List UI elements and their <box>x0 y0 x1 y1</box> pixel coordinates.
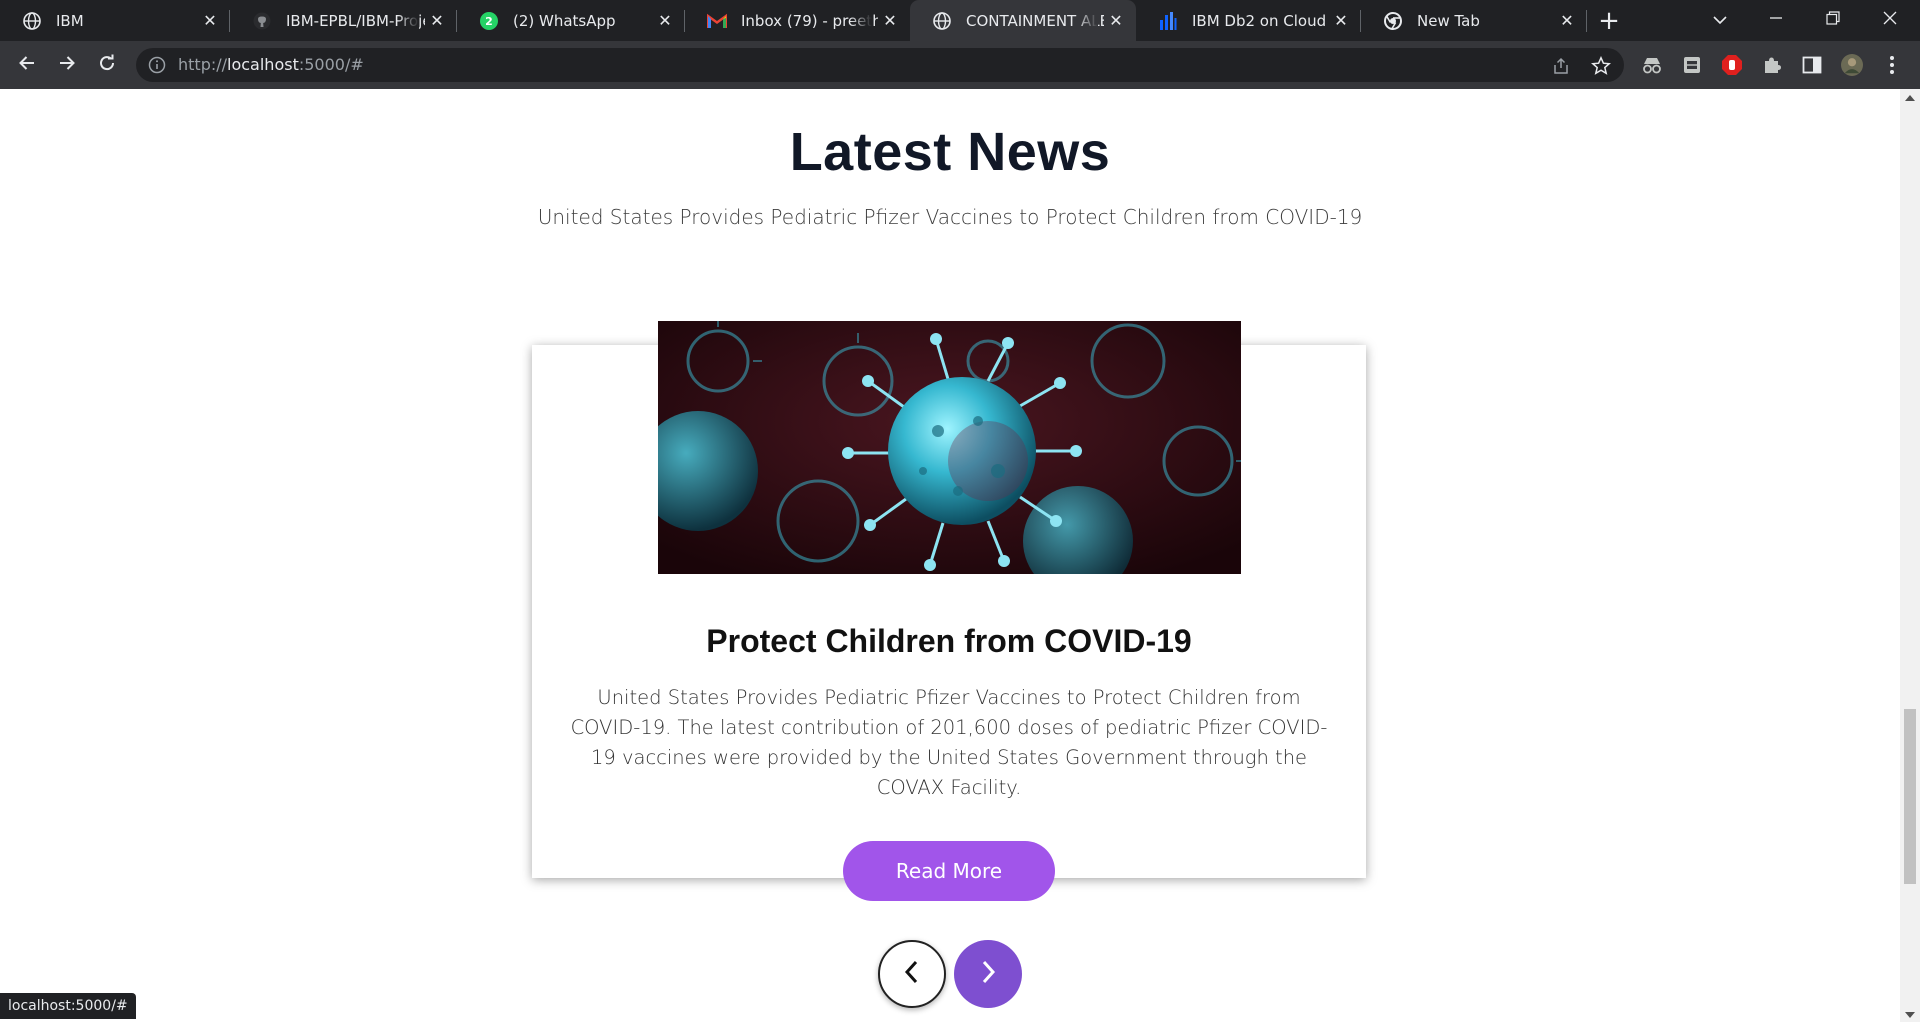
window-close-button[interactable] <box>1870 5 1910 35</box>
close-icon[interactable]: ✕ <box>1104 11 1128 30</box>
close-icon[interactable]: ✕ <box>878 11 902 30</box>
scroll-up-icon[interactable] <box>1905 95 1915 101</box>
reload-button[interactable] <box>91 49 123 81</box>
tab-gmail[interactable]: Inbox (79) - preetha.a ✕ <box>685 0 910 41</box>
chevron-down-icon <box>1713 10 1727 29</box>
scrollbar-thumb[interactable] <box>1904 709 1916 884</box>
reload-icon <box>98 54 116 76</box>
card-body: United States Provides Pediatric Pfizer … <box>570 686 1328 799</box>
page-title: Latest News <box>789 122 1111 182</box>
arrow-right-icon <box>58 54 76 76</box>
tab-new-tab[interactable]: New Tab ✕ <box>1361 0 1587 41</box>
close-icon <box>1883 10 1897 29</box>
gmail-icon <box>707 11 727 31</box>
sheets-extension-icon[interactable] <box>1681 54 1703 76</box>
incognito-extension-icon[interactable] <box>1641 54 1663 76</box>
tab-title-fade <box>850 8 872 34</box>
close-icon[interactable]: ✕ <box>653 11 677 30</box>
url-text: http://localhost:5000/# <box>178 48 364 82</box>
globe-icon <box>22 11 42 31</box>
read-more-button[interactable]: Read More <box>843 841 1055 901</box>
tab-title: IBM Db2 on Cloud <box>1192 11 1327 30</box>
tab-title-fade <box>397 8 419 34</box>
info-icon[interactable] <box>148 56 166 74</box>
back-button[interactable] <box>11 49 43 81</box>
link-status-bar: localhost:5000/# <box>0 993 136 1019</box>
next-slide-button[interactable] <box>954 940 1022 1008</box>
new-tab-button[interactable]: + <box>1594 7 1624 35</box>
minimize-icon <box>1769 10 1783 29</box>
tab-title: IBM <box>56 11 84 30</box>
close-icon[interactable]: ✕ <box>198 11 222 30</box>
tab-title: (2) WhatsApp <box>513 11 616 30</box>
page-subtitle: United States Provides Pediatric Pfizer … <box>537 205 1363 229</box>
db2-icon <box>1158 11 1178 31</box>
close-icon[interactable]: ✕ <box>425 11 449 30</box>
address-bar[interactable]: http://localhost:5000/# <box>136 48 1624 82</box>
menu-icon[interactable] <box>1881 54 1903 76</box>
arrow-left-icon <box>18 54 36 76</box>
chrome-icon <box>1383 11 1403 31</box>
tab-ibm[interactable]: IBM ✕ <box>0 0 230 41</box>
chevron-left-icon <box>902 960 922 988</box>
tab-separator <box>1586 10 1587 32</box>
scroll-down-icon[interactable] <box>1905 1012 1915 1018</box>
virus-image <box>658 321 1241 574</box>
restore-button[interactable] <box>1813 5 1853 35</box>
vertical-scrollbar[interactable] <box>1900 89 1920 1022</box>
minimize-button[interactable] <box>1756 5 1796 35</box>
page-viewport: Latest News United States Provides Pedia… <box>0 89 1900 1022</box>
url-scheme: http:// <box>178 55 228 74</box>
svg-text:2: 2 <box>485 15 493 28</box>
share-icon[interactable] <box>1551 56 1571 76</box>
tab-search-button[interactable] <box>1700 5 1740 35</box>
tab-github[interactable]: IBM-EPBL/IBM-Projec ✕ <box>230 0 457 41</box>
card-title: Protect Children from COVID-19 <box>706 623 1192 659</box>
puzzle-extensions-icon[interactable] <box>1761 54 1783 76</box>
star-icon[interactable] <box>1591 56 1611 76</box>
avatar[interactable] <box>1841 54 1863 76</box>
tab-title: New Tab <box>1417 11 1480 30</box>
github-icon <box>252 11 272 31</box>
chevron-right-icon <box>978 960 998 988</box>
close-icon[interactable]: ✕ <box>1329 11 1353 30</box>
tab-whatsapp[interactable]: 2 (2) WhatsApp ✕ <box>457 0 685 41</box>
side-panel-icon[interactable] <box>1801 54 1823 76</box>
adblock-extension-icon[interactable] <box>1721 54 1743 76</box>
previous-slide-button[interactable] <box>878 940 946 1008</box>
url-path: :5000/# <box>298 55 364 74</box>
browser-toolbar: http://localhost:5000/# <box>0 41 1920 89</box>
forward-button[interactable] <box>51 49 83 81</box>
tab-title-fade <box>1076 8 1098 34</box>
restore-icon <box>1826 10 1840 29</box>
tab-db2[interactable]: IBM Db2 on Cloud ✕ <box>1136 0 1361 41</box>
tab-strip: IBM ✕ IBM-EPBL/IBM-Projec ✕ 2 (2) WhatsA… <box>0 0 1920 41</box>
whatsapp-icon: 2 <box>479 11 499 31</box>
url-host: localhost <box>227 55 299 74</box>
close-icon[interactable]: ✕ <box>1555 11 1579 30</box>
globe-icon <box>932 11 952 31</box>
tab-containment-alert[interactable]: CONTAINMENT ALERT ✕ <box>910 0 1136 41</box>
